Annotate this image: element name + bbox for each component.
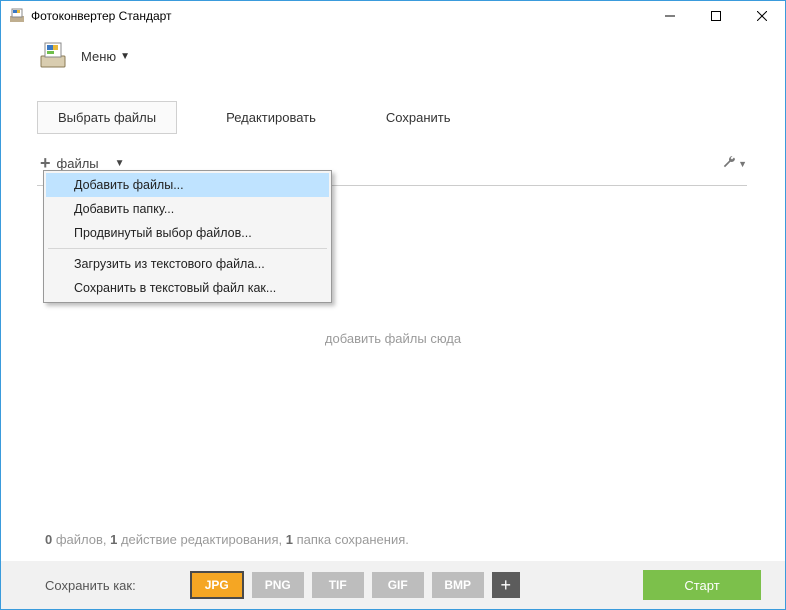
caret-down-icon: ▼ bbox=[738, 159, 747, 169]
format-add-button[interactable]: + bbox=[492, 572, 520, 598]
tabs: Выбрать файлы Редактировать Сохранить bbox=[1, 81, 785, 134]
files-dropdown: Добавить файлы... Добавить папку... Прод… bbox=[43, 170, 332, 303]
titlebar: Фотоконвертер Стандарт bbox=[1, 1, 785, 31]
wrench-icon bbox=[722, 155, 736, 172]
menu-separator bbox=[48, 248, 327, 249]
maximize-button[interactable] bbox=[693, 1, 739, 31]
menu-item-add-files[interactable]: Добавить файлы... bbox=[46, 173, 329, 197]
status-text: 0 файлов, 1 действие редактирования, 1 п… bbox=[45, 532, 409, 547]
menu-item-add-folder[interactable]: Добавить папку... bbox=[46, 197, 329, 221]
format-gif[interactable]: GIF bbox=[372, 572, 424, 598]
format-png[interactable]: PNG bbox=[252, 572, 304, 598]
start-button[interactable]: Старт bbox=[643, 570, 761, 600]
format-jpg[interactable]: JPG bbox=[190, 571, 244, 599]
tab-save[interactable]: Сохранить bbox=[365, 101, 472, 134]
menu-button[interactable]: Меню ▼ bbox=[81, 49, 130, 64]
caret-down-icon: ▼ bbox=[120, 51, 130, 62]
menu-item-save-to-txt[interactable]: Сохранить в текстовый файл как... bbox=[46, 276, 329, 300]
menu-item-load-from-txt[interactable]: Загрузить из текстового файла... bbox=[46, 252, 329, 276]
printer-icon bbox=[37, 40, 69, 72]
status-folder-count: 1 bbox=[286, 532, 293, 547]
close-button[interactable] bbox=[739, 1, 785, 31]
bottom-bar: Сохранить как: JPG PNG TIF GIF BMP + Ста… bbox=[1, 561, 785, 609]
menubar: Меню ▼ bbox=[1, 31, 785, 81]
tab-edit[interactable]: Редактировать bbox=[205, 101, 337, 134]
format-bmp[interactable]: BMP bbox=[432, 572, 484, 598]
app-icon bbox=[9, 8, 25, 24]
tab-select-files[interactable]: Выбрать файлы bbox=[37, 101, 177, 134]
minimize-button[interactable] bbox=[647, 1, 693, 31]
menu-item-advanced-select[interactable]: Продвинутый выбор файлов... bbox=[46, 221, 329, 245]
format-tif[interactable]: TIF bbox=[312, 572, 364, 598]
drop-files-hint: добавить файлы сюда bbox=[1, 331, 785, 346]
caret-down-icon: ▼ bbox=[115, 158, 125, 169]
window-title: Фотоконвертер Стандарт bbox=[31, 9, 172, 23]
settings-button[interactable]: ▼ bbox=[722, 155, 747, 172]
save-as-label: Сохранить как: bbox=[45, 578, 136, 593]
files-button-label: файлы bbox=[57, 156, 99, 171]
menu-label: Меню bbox=[81, 49, 116, 64]
